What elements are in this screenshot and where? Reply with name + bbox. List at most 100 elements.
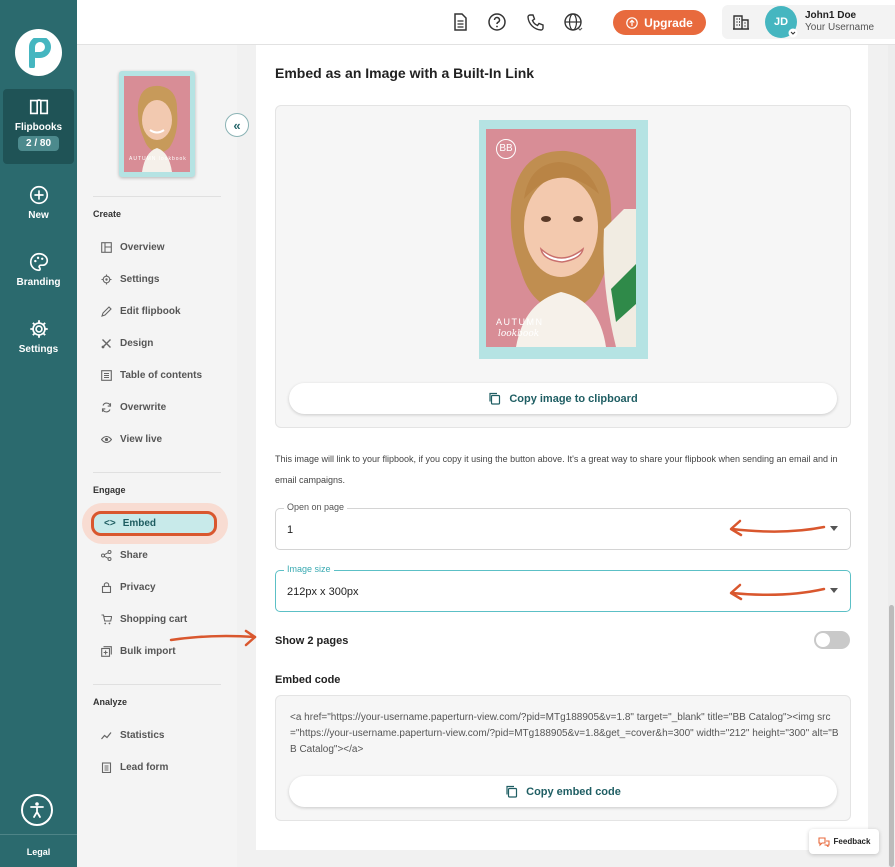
annotation-arrow-left xyxy=(729,519,826,537)
menu-item-lead-form[interactable]: Lead form xyxy=(101,758,168,776)
account-menu[interactable]: JD John1 Doe Your Username xyxy=(722,5,895,39)
rail-item-flipbooks[interactable]: Flipbooks 2 / 80 xyxy=(3,89,74,164)
rail-item-label: Settings xyxy=(18,344,59,355)
cover-photo xyxy=(510,150,636,347)
open-on-page-value: 1 xyxy=(287,524,294,536)
menu-item-bulk-import[interactable]: Bulk import xyxy=(101,642,176,660)
flipbook-menu: AUTUMN lookbook Create Overview Settings… xyxy=(77,45,237,867)
user-name: John1 Doe xyxy=(805,10,857,21)
menu-item-privacy[interactable]: Privacy xyxy=(101,578,156,596)
menu-item-view-live[interactable]: View live xyxy=(101,430,162,448)
rail-item-settings[interactable]: Settings xyxy=(0,318,77,355)
form-icon xyxy=(101,761,112,773)
rail-item-label: Branding xyxy=(16,277,61,288)
page-title: Embed as an Image with a Built-In Link xyxy=(275,65,535,81)
embed-code-label: Embed code xyxy=(275,674,341,686)
annotation-arrow-right xyxy=(169,629,257,647)
palette-icon xyxy=(29,252,48,272)
caret-down-icon xyxy=(830,588,838,593)
logo-icon xyxy=(28,37,51,68)
cover-script: lookbook xyxy=(498,329,540,339)
double-chevron-left-icon: « xyxy=(233,117,241,133)
menu-item-embed[interactable]: <> Embed xyxy=(91,511,217,536)
menu-item-label: Overview xyxy=(120,241,165,253)
lock-icon xyxy=(101,581,112,593)
accessibility-button[interactable] xyxy=(21,794,53,826)
open-on-page-label: Open on page xyxy=(284,502,348,512)
menu-item-label: View live xyxy=(120,433,163,445)
accessibility-icon xyxy=(30,802,44,818)
copy-image-label: Copy image to clipboard xyxy=(509,392,638,405)
menu-item-label: Share xyxy=(120,549,148,561)
section-title-engage: Engage xyxy=(93,485,126,495)
menu-item-shopping-cart[interactable]: Shopping cart xyxy=(101,610,187,628)
menu-item-overwrite[interactable]: Overwrite xyxy=(101,398,166,416)
embed-code-text[interactable]: <a href="https://your-username.paperturn… xyxy=(290,710,840,758)
menu-divider xyxy=(93,684,221,685)
design-tools-icon xyxy=(101,338,111,348)
copy-icon xyxy=(489,392,501,405)
list-icon xyxy=(101,369,112,381)
refresh-icon xyxy=(101,402,112,412)
share-icon xyxy=(101,549,112,561)
embed-description: This image will link to your flipbook, i… xyxy=(275,454,838,485)
menu-item-edit-flipbook[interactable]: Edit flipbook xyxy=(101,302,181,320)
menu-item-label: Edit flipbook xyxy=(120,305,181,317)
menu-item-label: Design xyxy=(120,337,154,349)
menu-divider xyxy=(93,196,221,197)
menu-item-table-of-contents[interactable]: Table of contents xyxy=(101,366,202,384)
legal-link[interactable]: Legal xyxy=(0,834,77,857)
menu-item-label: Settings xyxy=(120,273,160,285)
image-size-label: Image size xyxy=(284,564,334,574)
chart-line-icon xyxy=(101,731,112,739)
feedback-icon xyxy=(817,836,830,847)
embed-image-panel: Embed as an Image with a Built-In Link B… xyxy=(256,45,868,850)
phone-icon[interactable] xyxy=(526,12,546,32)
menu-item-statistics[interactable]: Statistics xyxy=(101,726,164,744)
upgrade-label: Upgrade xyxy=(644,15,693,30)
gear-icon xyxy=(29,320,48,338)
menu-item-label: Overwrite xyxy=(120,401,167,413)
plus-circle-icon xyxy=(29,185,48,205)
upgrade-button[interactable]: Upgrade xyxy=(613,10,706,35)
copy-embed-code-label: Copy embed code xyxy=(526,785,621,798)
collapse-menu-button[interactable]: « xyxy=(225,113,249,137)
paperturn-logo[interactable] xyxy=(15,29,62,76)
book-icon xyxy=(29,99,48,115)
flipbook-thumbnail[interactable]: AUTUMN lookbook xyxy=(119,71,195,177)
building-icon xyxy=(733,15,749,30)
page-scrollbar[interactable] xyxy=(888,45,895,867)
document-icon[interactable] xyxy=(450,12,470,32)
menu-item-label: Shopping cart xyxy=(120,613,188,625)
rail-item-branding[interactable]: Branding xyxy=(0,251,77,288)
rail-item-label: New xyxy=(28,210,49,221)
menu-item-label: Table of contents xyxy=(120,369,203,381)
feedback-button[interactable]: Feedback xyxy=(809,829,879,854)
rail-item-new[interactable]: New xyxy=(0,184,77,221)
copy-image-button[interactable]: Copy image to clipboard xyxy=(289,383,837,414)
chevron-down-icon xyxy=(788,28,798,38)
thumb-cover-text: AUTUMN lookbook xyxy=(129,156,187,162)
image-size-value: 212px x 300px xyxy=(287,586,359,598)
show-2-pages-label: Show 2 pages xyxy=(275,635,349,647)
menu-item-settings[interactable]: Settings xyxy=(101,270,159,288)
menu-item-share[interactable]: Share xyxy=(101,546,148,564)
left-rail: Flipbooks 2 / 80 New Branding Settings L… xyxy=(0,0,77,867)
globe-icon[interactable] xyxy=(563,12,583,32)
cover-title: AUTUMN xyxy=(496,317,544,327)
caret-down-icon xyxy=(830,526,838,531)
import-icon xyxy=(101,645,112,657)
layout-icon xyxy=(101,241,112,253)
copy-embed-code-button[interactable]: Copy embed code xyxy=(289,776,837,807)
feedback-label: Feedback xyxy=(833,837,871,846)
show-2-pages-toggle[interactable] xyxy=(814,631,850,649)
code-icon: <> xyxy=(104,518,116,529)
menu-divider xyxy=(93,472,221,473)
annotation-arrow-left xyxy=(729,583,826,601)
toggle-knob xyxy=(816,633,830,647)
menu-item-overview[interactable]: Overview xyxy=(101,238,164,256)
help-icon[interactable] xyxy=(487,12,507,32)
flipbook-count-badge: 2 / 80 xyxy=(17,136,60,151)
scrollbar-thumb[interactable] xyxy=(889,605,894,867)
menu-item-design[interactable]: Design xyxy=(101,334,153,352)
